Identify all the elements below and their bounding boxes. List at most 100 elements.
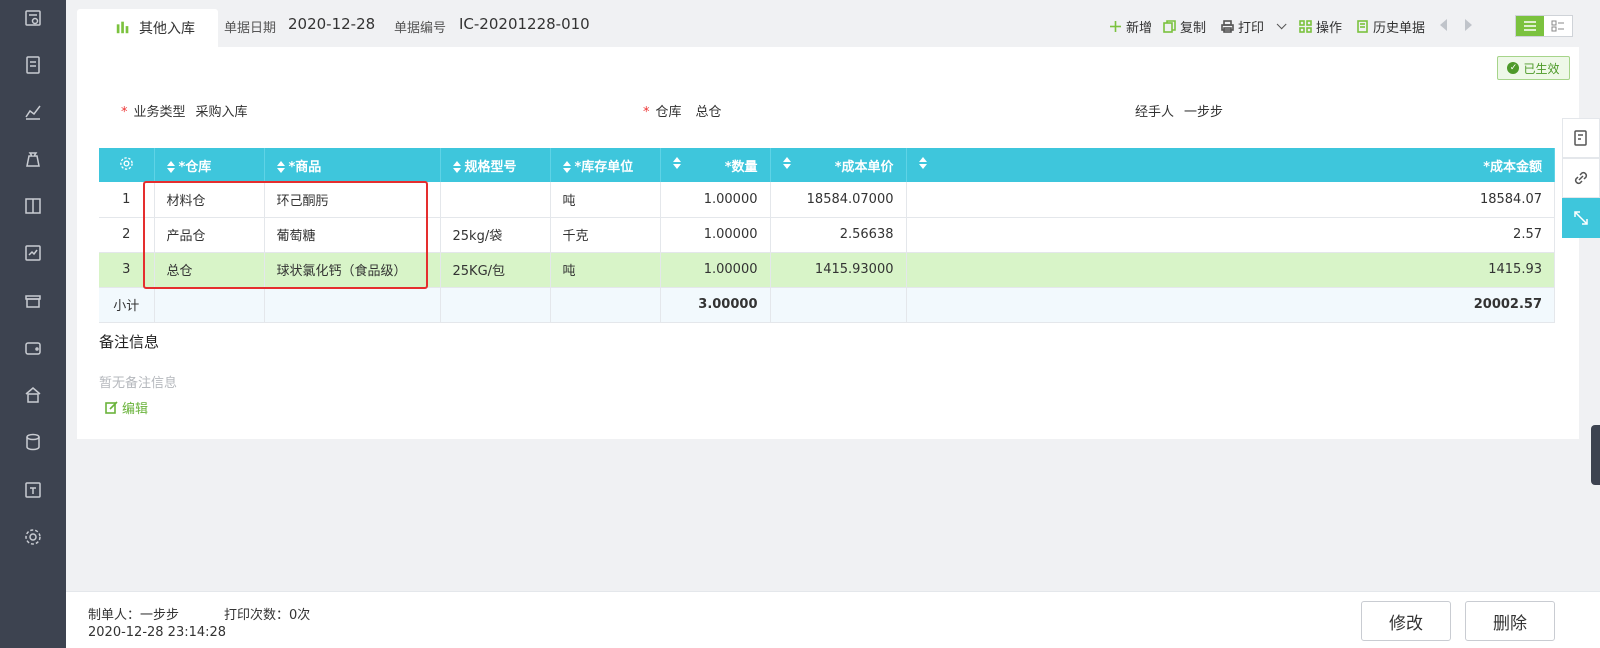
column-header-unit-cost[interactable]: *成本单价 [770, 148, 907, 182]
cell-spec[interactable] [440, 182, 551, 218]
delete-button[interactable]: 删除 [1465, 601, 1555, 641]
cell-product[interactable]: 环己酮肟 [264, 182, 441, 218]
subtotal-empty-cell [264, 287, 441, 323]
tab-other-inbound[interactable]: 其他入库 [77, 9, 218, 47]
fullscreen-expand-icon[interactable] [1562, 198, 1600, 238]
handler-value[interactable]: 一步步 [1184, 105, 1223, 120]
cell-unit-cost[interactable]: 1415.93000 [770, 252, 907, 288]
cell-qty[interactable]: 1.00000 [660, 252, 771, 288]
cell-warehouse[interactable]: 产品仓 [154, 217, 265, 253]
column-header-amount[interactable]: *成本金额 [906, 148, 1555, 182]
side-scroll-handle[interactable] [1591, 425, 1600, 485]
modify-button[interactable]: 修改 [1361, 601, 1451, 641]
sort-icon[interactable] [918, 157, 927, 169]
column-header-product[interactable]: *商品 [264, 148, 441, 182]
cell-amount[interactable]: 2.57 [906, 217, 1555, 253]
analytics-icon[interactable] [22, 242, 44, 264]
check-circle-icon: ✓ [1507, 62, 1520, 74]
column-header-qty[interactable]: *数量 [660, 148, 771, 182]
invoice-icon[interactable] [22, 479, 44, 501]
cell-amount[interactable]: 18584.07 [906, 182, 1555, 218]
list-view-icon[interactable] [1516, 16, 1545, 36]
row-index: 1 [99, 182, 155, 218]
column-header-spec[interactable]: 规格型号 [440, 148, 551, 182]
edit-remarks-link[interactable]: 编辑 [105, 398, 148, 417]
wallet-icon[interactable] [22, 337, 44, 359]
inbound-chart-icon [116, 21, 129, 34]
warehouse-field: * 仓库 总仓 [643, 101, 722, 120]
prev-arrow-icon[interactable] [1440, 19, 1447, 31]
date-label: 单据日期 [224, 21, 277, 36]
document-header-bar: 其他入库 单据日期 2020-12-28 单据编号 IC-20201228-01… [66, 0, 1600, 47]
subtotal-empty-cell [154, 287, 265, 323]
cell-amount[interactable]: 1415.93 [906, 252, 1555, 288]
column-header-label: *库存单位 [574, 159, 634, 175]
business-type-label: 业务类型 [133, 105, 186, 120]
column-header-label: *商品 [288, 159, 322, 175]
store-icon[interactable] [22, 289, 44, 311]
row-index: 3 [99, 252, 155, 288]
cell-spec[interactable]: 25KG/包 [440, 252, 551, 288]
add-button[interactable]: 新增 [1109, 17, 1152, 36]
tab-label: 其他入库 [139, 21, 195, 37]
warehouse-icon[interactable] [22, 384, 44, 406]
warehouse-value[interactable]: 总仓 [696, 105, 722, 120]
handler-label: 经手人 [1135, 105, 1175, 120]
document-settings-icon[interactable] [1562, 118, 1600, 158]
cell-product[interactable]: 葡萄糖 [264, 217, 441, 253]
table-row[interactable]: 1 材料仓 环己酮肟 吨 1.00000 18584.07000 18584.0… [99, 182, 1555, 218]
cell-warehouse[interactable]: 材料仓 [154, 182, 265, 218]
print-button[interactable]: 打印 [1221, 17, 1287, 36]
report-search-icon[interactable] [22, 7, 44, 29]
cell-unit[interactable]: 吨 [550, 182, 661, 218]
edit-label: 编辑 [122, 402, 149, 417]
subtotal-empty-cell [550, 287, 661, 323]
left-sidebar [0, 0, 66, 648]
table-row-selected[interactable]: 3 总仓 球状氯化钙（食品级） 25KG/包 吨 1.00000 1415.93… [99, 252, 1555, 288]
cell-unit[interactable]: 千克 [550, 217, 661, 253]
next-arrow-icon[interactable] [1465, 19, 1472, 31]
sort-icon[interactable] [276, 161, 285, 173]
ledger-icon[interactable] [22, 195, 44, 217]
cell-product[interactable]: 球状氯化钙（食品级） [264, 252, 441, 288]
chart-line-icon[interactable] [22, 101, 44, 123]
table-row[interactable]: 2 产品仓 葡萄糖 25kg/袋 千克 1.00000 2.56638 2.57 [99, 217, 1555, 253]
settings-gear-icon[interactable] [22, 526, 44, 548]
database-icon[interactable] [22, 431, 44, 453]
column-settings-icon[interactable] [99, 148, 155, 182]
sort-icon[interactable] [562, 161, 571, 173]
printer-icon [1221, 20, 1234, 33]
subtotal-empty-cell [770, 287, 907, 323]
status-text: 已生效 [1523, 61, 1560, 76]
sort-icon[interactable] [782, 157, 791, 169]
view-toggle[interactable] [1515, 15, 1573, 37]
sort-icon[interactable] [452, 161, 461, 173]
copy-button[interactable]: 复制 [1163, 17, 1206, 36]
cell-qty[interactable]: 1.00000 [660, 182, 771, 218]
plus-icon [1110, 21, 1121, 32]
cell-warehouse[interactable]: 总仓 [154, 252, 265, 288]
column-header-warehouse[interactable]: *仓库 [154, 148, 265, 182]
cell-qty[interactable]: 1.00000 [660, 217, 771, 253]
history-button[interactable]: 历史单据 [1356, 17, 1425, 36]
copy-icon [1163, 20, 1176, 33]
sort-icon[interactable] [166, 161, 175, 173]
cell-unit[interactable]: 吨 [550, 252, 661, 288]
sort-icon[interactable] [672, 157, 681, 169]
operate-button[interactable]: 操作 [1299, 17, 1342, 36]
chevron-down-icon[interactable] [1276, 19, 1287, 30]
column-header-unit[interactable]: *库存单位 [550, 148, 661, 182]
remarks-empty-text: 暂无备注信息 [99, 376, 178, 391]
detail-table: *仓库 *商品 规格型号 *库存单位 *数量 *成本单价 *成本金额 1 材料仓… [99, 148, 1555, 323]
money-bag-icon[interactable] [22, 148, 44, 170]
business-type-value[interactable]: 采购入库 [196, 105, 248, 120]
link-icon[interactable] [1562, 158, 1600, 198]
row-index: 2 [99, 217, 155, 253]
detail-view-icon[interactable] [1544, 16, 1572, 36]
cell-unit-cost[interactable]: 2.56638 [770, 217, 907, 253]
business-type-field: * 业务类型 采购入库 [121, 101, 248, 120]
cell-spec[interactable]: 25kg/袋 [440, 217, 551, 253]
cell-unit-cost[interactable]: 18584.07000 [770, 182, 907, 218]
bill-icon[interactable] [22, 54, 44, 76]
remarks-title: 备注信息 [99, 333, 160, 351]
